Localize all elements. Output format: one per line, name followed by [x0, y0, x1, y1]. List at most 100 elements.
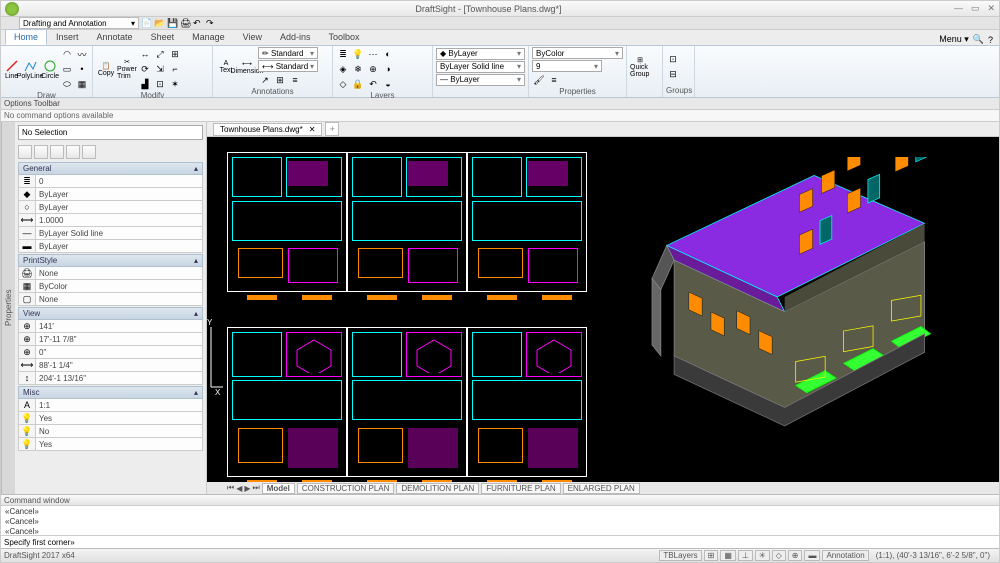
laymatch-icon[interactable]: ⊕	[366, 62, 380, 76]
prop-v5[interactable]: 204'-1 13/16"	[36, 372, 203, 385]
tab-sheet[interactable]: Sheet	[142, 29, 184, 45]
tab-annotate[interactable]: Annotate	[88, 29, 142, 45]
prop-lweight[interactable]: ByLayer	[36, 240, 203, 253]
undo-icon[interactable]: ↶	[193, 18, 204, 29]
sheet-demolition[interactable]: DEMOLITION PLAN	[396, 483, 479, 494]
section-misc[interactable]: Misc▴	[18, 386, 203, 399]
layerlock-icon[interactable]: 🔒	[351, 77, 365, 91]
color-combo[interactable]: ByColor▾	[532, 47, 623, 59]
propbtn-4[interactable]	[66, 145, 80, 159]
sheet-furniture[interactable]: FURNITURE PLAN	[481, 483, 560, 494]
sheet-nav-last[interactable]: ⏭	[253, 483, 260, 493]
menu-dropdown[interactable]: Menu ▾	[939, 34, 969, 45]
command-history[interactable]: «Cancel» «Cancel» «Cancel» ZOOMWINDOW	[1, 506, 999, 535]
propbtn-1[interactable]	[18, 145, 32, 159]
status-snap[interactable]: ⊞	[704, 550, 719, 561]
layerfreeze-icon[interactable]: ❄	[351, 62, 365, 76]
status-polar[interactable]: ✳	[755, 550, 770, 561]
prop-m3[interactable]: No	[36, 425, 203, 438]
tab-view[interactable]: View	[234, 29, 271, 45]
drawing-canvas[interactable]: Y X	[207, 137, 999, 482]
prop-color2[interactable]: ByLayer	[36, 201, 203, 214]
ungroup-icon[interactable]: ⊟	[666, 67, 680, 81]
prop-v3[interactable]: 0"	[36, 346, 203, 359]
layeriso-icon[interactable]: ◇	[336, 77, 350, 91]
textstyle-combo[interactable]: ✏ Standard▾	[258, 47, 318, 59]
status-lwt[interactable]: ▬	[804, 550, 820, 561]
dimension-tool[interactable]: ⟷Dimension	[237, 52, 257, 82]
section-view[interactable]: View▴	[18, 307, 203, 320]
sheet-nav-prev[interactable]: ◀	[236, 484, 242, 493]
search-icon[interactable]: 🔍	[973, 34, 984, 45]
section-printstyle[interactable]: PrintStyle▴	[18, 254, 203, 267]
help-icon[interactable]: ?	[988, 35, 993, 45]
maximize-button[interactable]: ▭	[971, 3, 980, 14]
prop-m1[interactable]: 1:1	[36, 399, 203, 412]
tab-insert[interactable]: Insert	[47, 29, 88, 45]
layer-combo2[interactable]: ByLayer Solid line▾	[436, 61, 525, 73]
prop-ps1[interactable]: None	[36, 267, 203, 280]
prop-v4[interactable]: 88'-1 1/4"	[36, 359, 203, 372]
workspace-dropdown[interactable]: Drafting and Annotation▾	[19, 17, 139, 29]
spline-icon[interactable]: 〰	[75, 47, 89, 61]
stretch-icon[interactable]: ⇲	[153, 62, 167, 76]
tab-home[interactable]: Home	[5, 29, 47, 45]
table-icon[interactable]: ⊞	[273, 73, 287, 87]
dimstyle-combo[interactable]: ⟷ Standard▾	[258, 60, 318, 72]
prop-m4[interactable]: Yes	[36, 438, 203, 451]
point-icon[interactable]: •	[75, 62, 89, 76]
status-annotation[interactable]: Annotation	[822, 550, 868, 561]
rotate-icon[interactable]: ⟳	[138, 62, 152, 76]
layer-icon[interactable]: ≣	[336, 47, 350, 61]
arc-icon[interactable]: ◠	[60, 47, 74, 61]
prop-m2[interactable]: Yes	[36, 412, 203, 425]
prop-v1[interactable]: 141'	[36, 320, 203, 333]
quickgroup-tool[interactable]: ⊞Quick Group	[630, 52, 650, 82]
status-ortho[interactable]: ⊥	[738, 550, 753, 561]
line-tool[interactable]: Line	[4, 54, 19, 84]
sheet-nav-next[interactable]: ▶	[244, 484, 250, 493]
print-icon[interactable]: 🖨	[180, 18, 191, 29]
lay5-icon[interactable]: ◑	[381, 62, 395, 76]
prop-ltype[interactable]: ByLayer Solid line	[36, 227, 203, 240]
properties-panel-tab[interactable]: Properties	[1, 122, 15, 494]
tab-toolbox[interactable]: Toolbox	[320, 29, 369, 45]
tab-manage[interactable]: Manage	[183, 29, 234, 45]
scale-icon[interactable]: ⤢	[153, 47, 167, 61]
sheet-nav-first[interactable]: ⏮	[227, 483, 234, 493]
propbtn-2[interactable]	[34, 145, 48, 159]
array-icon[interactable]: ⊞	[168, 47, 182, 61]
powertrim-tool[interactable]: ✂Power Trim	[117, 54, 137, 84]
hatch-icon[interactable]: ▦	[75, 77, 89, 91]
layerstate-icon[interactable]: ◈	[336, 62, 350, 76]
offset-icon[interactable]: ⊡	[153, 77, 167, 91]
new-icon[interactable]: 📄	[141, 18, 152, 29]
prop-layer[interactable]: 0	[36, 175, 203, 188]
status-esnap[interactable]: ◇	[772, 550, 786, 561]
fillet-icon[interactable]: ⌐	[168, 62, 182, 76]
field-icon[interactable]: ≡	[288, 73, 302, 87]
tab-addins[interactable]: Add-ins	[271, 29, 320, 45]
move-icon[interactable]: ↔	[138, 47, 152, 61]
layer-combo1[interactable]: ◆ ByLayer▾	[436, 48, 525, 60]
mirror-icon[interactable]: ▟	[138, 77, 152, 91]
command-input[interactable]: Specify first corner»	[1, 535, 999, 548]
status-layers[interactable]: TBLayers	[659, 550, 701, 561]
list-icon[interactable]: ≡	[547, 73, 561, 87]
layeron-icon[interactable]: 💡	[351, 47, 365, 61]
minimize-button[interactable]: —	[954, 3, 963, 14]
lay6-icon[interactable]: ◒	[381, 77, 395, 91]
close-button[interactable]: ✕	[987, 3, 995, 14]
prop-v2[interactable]: 17'-11 7/8"	[36, 333, 203, 346]
rect-icon[interactable]: ▭	[60, 62, 74, 76]
copy-tool[interactable]: 📋Copy	[96, 54, 116, 84]
prop-ps2[interactable]: ByColor	[36, 280, 203, 293]
redo-icon[interactable]: ↷	[206, 18, 217, 29]
polyline-tool[interactable]: PolyLine	[20, 54, 40, 84]
lineweight-combo[interactable]: 9▾	[532, 60, 602, 72]
open-icon[interactable]: 📂	[154, 18, 165, 29]
add-tab-button[interactable]: +	[325, 122, 339, 136]
laymore-icon[interactable]: ⋯	[366, 47, 380, 61]
matchprops-icon[interactable]: 🖌	[532, 73, 546, 87]
explode-icon[interactable]: ✶	[168, 77, 182, 91]
